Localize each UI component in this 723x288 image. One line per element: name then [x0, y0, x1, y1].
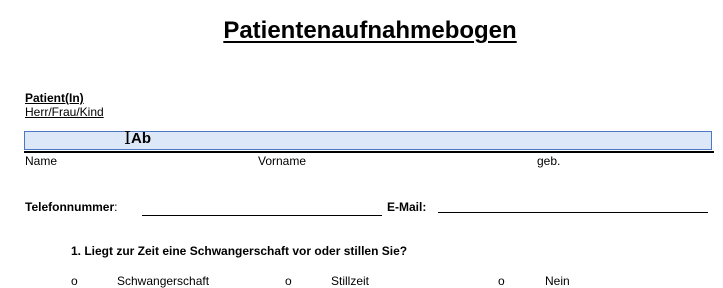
- telefon-label-text: Telefonnummer: [25, 200, 115, 214]
- option-stillzeit-label: Stillzeit: [331, 274, 370, 288]
- option-nein-checkbox[interactable]: o: [498, 274, 505, 288]
- telefon-label: Telefonnummer:: [25, 200, 117, 214]
- patient-section-label: Patient(In): [25, 91, 84, 105]
- telefon-input-line[interactable]: [142, 215, 382, 216]
- option-stillzeit-checkbox[interactable]: o: [285, 274, 292, 288]
- geb-label: geb.: [537, 154, 561, 168]
- option-nein-label: Nein: [545, 274, 570, 288]
- patient-section-sublabel: Herr/Frau/Kind: [25, 105, 104, 119]
- form-title: Patientenaufnahmebogen: [223, 17, 517, 44]
- vorname-label: Vorname: [258, 154, 307, 168]
- telefon-colon: :: [114, 200, 118, 214]
- option-schwangerschaft-checkbox[interactable]: o: [71, 274, 78, 288]
- patient-name-value[interactable]: Ab: [131, 130, 151, 148]
- name-label: Name: [25, 154, 58, 168]
- question-1: 1. Liegt zur Zeit eine Schwangerschaft v…: [71, 244, 408, 258]
- email-input-line[interactable]: [438, 212, 708, 213]
- email-label: E-Mail:: [387, 200, 427, 214]
- option-schwangerschaft-label: Schwangerschaft: [117, 274, 210, 288]
- patient-name-underline: [24, 151, 714, 153]
